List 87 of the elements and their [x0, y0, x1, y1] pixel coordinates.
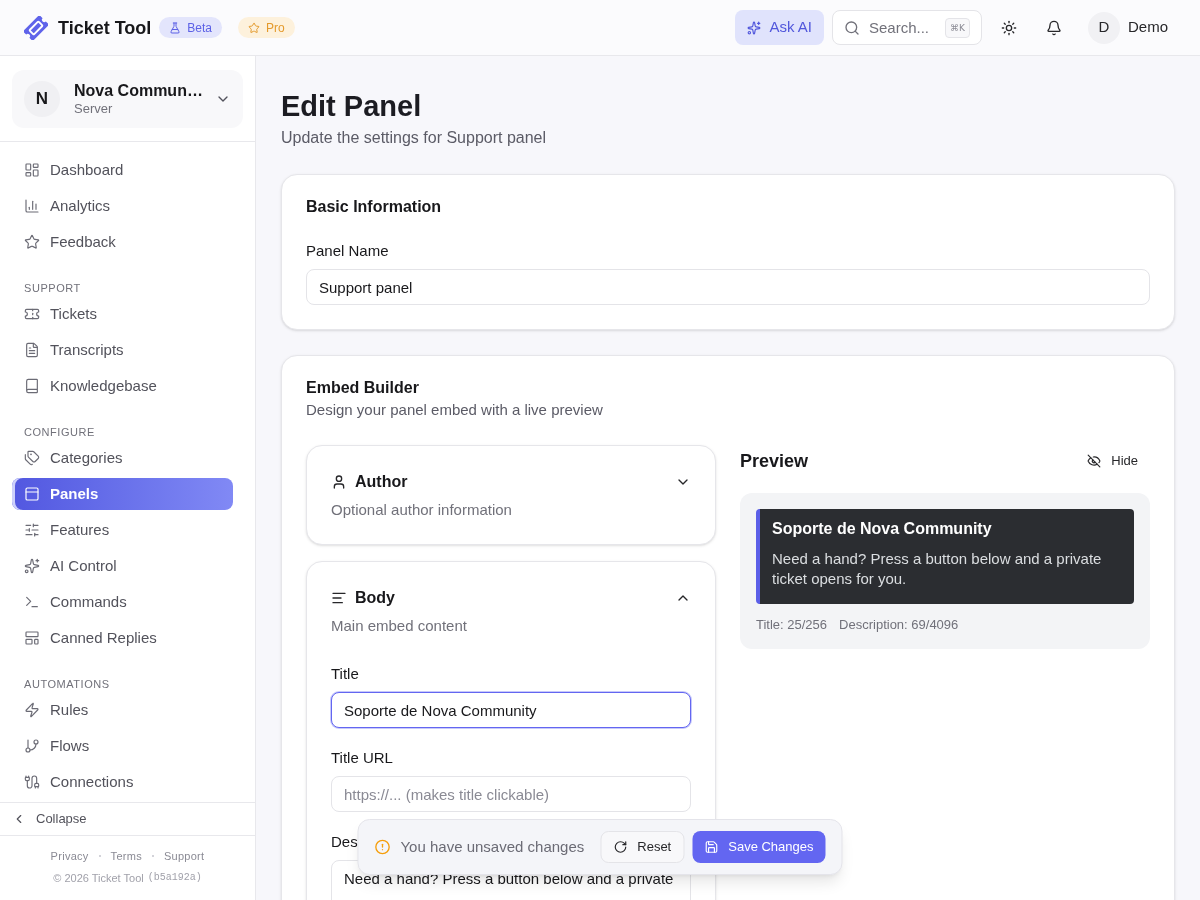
book-icon [24, 378, 40, 394]
copyright-text: © 2026 Ticket Tool [53, 871, 144, 886]
sliders-icon [24, 522, 40, 538]
field-label: Title [331, 664, 359, 684]
text-input[interactable]: https://... (makes title clickable) [331, 776, 691, 812]
star-icon [248, 21, 261, 34]
sidebar-item[interactable]: Tickets [12, 298, 233, 330]
text-input[interactable]: Soporte de Nova Community [331, 692, 691, 728]
sidebar-item[interactable]: Canned Replies [12, 622, 233, 654]
sidebar-item[interactable]: Categories [12, 442, 233, 474]
sidebar-item[interactable]: Connections [12, 766, 233, 798]
sidebar-item[interactable]: Flows [12, 730, 233, 762]
app-logo-text: Ticket Tool [58, 16, 152, 40]
document-icon [24, 342, 40, 358]
sidebar-item[interactable]: AI Control [12, 550, 233, 582]
footer-link[interactable]: Privacy [50, 848, 89, 864]
sparkle-icon [24, 558, 40, 574]
user-name[interactable]: Demo [1128, 16, 1168, 39]
sidebar-item[interactable]: Dashboard [12, 154, 233, 186]
window-icon [24, 486, 40, 502]
field-label: Panel Name [306, 241, 389, 261]
ticket-logo-icon [24, 15, 48, 40]
eye-off-icon [1087, 454, 1102, 468]
embed-description: Need a hand? Press a button below and a private ticket opens for you. [772, 549, 1103, 589]
ticket-icon [24, 306, 40, 322]
character-counter: Title: 25/256 [756, 617, 828, 633]
warning-icon [374, 839, 391, 855]
card-title: Embed Builder [306, 378, 419, 398]
page-subtitle: Update the settings for Support panel [281, 128, 547, 148]
branch-icon [24, 738, 40, 754]
star-icon [24, 234, 40, 250]
field-label: Title URL [331, 748, 393, 768]
section-heading: SUPPORT [24, 281, 81, 296]
shortcut-key: ⌘K [945, 17, 970, 38]
sidebar-item[interactable]: Transcripts [12, 334, 233, 366]
ask-ai-button[interactable]: Ask AI [735, 10, 824, 45]
terminal-icon [24, 594, 40, 610]
preview-title: Preview [740, 450, 809, 473]
embed-title: Soporte de Nova Community [772, 519, 992, 539]
reset-button[interactable]: Reset [600, 831, 685, 863]
section-title[interactable]: Author [355, 470, 408, 494]
section-subtitle: Main embed content [331, 616, 467, 636]
bell-icon[interactable] [1046, 19, 1062, 36]
server-label: Server [74, 101, 113, 117]
sun-icon[interactable] [1001, 19, 1017, 36]
server-selector[interactable]: N Nova Commun… Server [12, 70, 243, 128]
dashboard-grid-icon [24, 162, 40, 178]
person-icon [331, 474, 347, 490]
section-subtitle: Optional author information [331, 500, 512, 520]
flask-icon [169, 21, 182, 34]
sidebar-item[interactable]: Panels [12, 478, 233, 510]
card-subtitle: Design your panel embed with a live preview [306, 400, 603, 420]
search-icon [844, 19, 860, 36]
bar-chart-icon [24, 198, 40, 214]
sidebar-item[interactable]: Rules [12, 694, 233, 726]
section-title[interactable]: Body [355, 586, 395, 610]
refresh-icon [613, 840, 628, 854]
section-heading: CONFIGURE [24, 425, 95, 440]
collapse-button[interactable]: Collapse [12, 809, 87, 829]
field-label: Des [331, 832, 358, 852]
template-icon [24, 630, 40, 646]
pro-badge: Pro [238, 17, 295, 38]
text-lines-icon [331, 590, 347, 606]
tags-icon [24, 450, 40, 466]
save-changes-button[interactable]: Save Changes [692, 831, 826, 863]
server-name: Nova Commun… [74, 81, 203, 101]
beta-badge: Beta [159, 17, 223, 38]
user-avatar[interactable]: D [1088, 11, 1120, 44]
sidebar-item[interactable]: Knowledgebase [12, 370, 233, 402]
cable-icon [24, 774, 40, 790]
page-title: Edit Panel [281, 89, 422, 124]
lightning-icon [24, 702, 40, 718]
sidebar-item[interactable]: Analytics [12, 190, 233, 222]
server-avatar: N [24, 81, 60, 117]
section-heading: AUTOMATIONS [24, 677, 110, 692]
character-counter: Description: 69/4096 [839, 617, 959, 633]
sidebar-item[interactable]: Commands [12, 586, 233, 618]
footer-link[interactable]: Support [163, 848, 205, 864]
text-input[interactable]: Support panel [306, 269, 1150, 305]
hide-button[interactable]: Hide [1075, 445, 1150, 477]
unsaved-message: You have unsaved changes [400, 836, 585, 857]
footer-link[interactable]: Terms [110, 848, 142, 864]
build-hash: (b5a192a) [147, 871, 202, 885]
sidebar-item[interactable]: Features [12, 514, 233, 546]
sparkle-icon [747, 20, 762, 35]
sidebar-item[interactable]: Feedback [12, 226, 233, 258]
card-title: Basic Information [306, 197, 442, 217]
